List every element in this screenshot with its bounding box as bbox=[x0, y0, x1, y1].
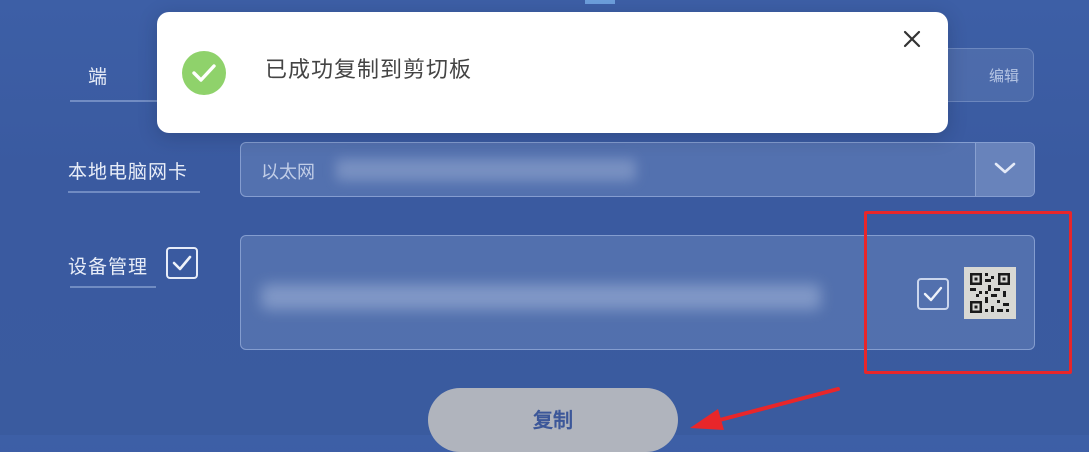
close-icon[interactable] bbox=[900, 27, 924, 51]
success-toast: 已成功复制到剪切板 bbox=[157, 12, 948, 133]
success-check-glyph bbox=[192, 64, 216, 82]
toast-message: 已成功复制到剪切板 bbox=[265, 58, 473, 83]
close-glyph bbox=[903, 30, 921, 48]
copy-button[interactable]: 复制 bbox=[428, 388, 678, 452]
success-check-icon bbox=[182, 51, 226, 95]
